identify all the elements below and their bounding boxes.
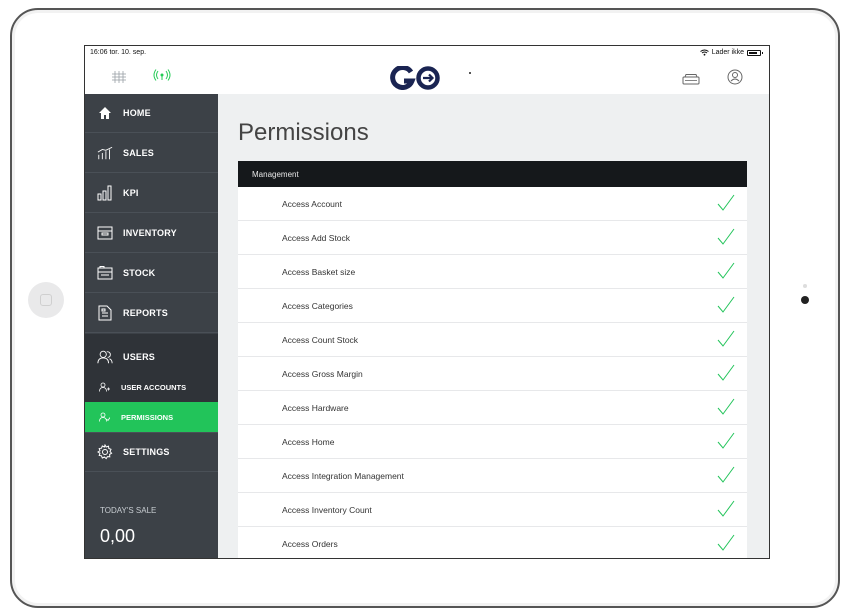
inventory-box-icon [97,225,113,241]
checkmark-icon[interactable] [717,228,735,246]
stock-box-icon [97,265,113,281]
sidebar-item-kpi[interactable]: KPI [85,174,218,213]
today-sale-label: TODAY'S SALE [100,506,157,515]
permission-label: Access Home [282,436,335,447]
section-header-management: Management [238,161,747,187]
permission-row[interactable]: Access Count Stock [238,323,747,357]
permission-row[interactable]: Access Home [238,425,747,459]
checkmark-icon[interactable] [717,330,735,348]
permission-row[interactable]: Access Account [238,187,747,221]
sidebar-item-home[interactable]: HOME [85,94,218,133]
tablet-camera [801,296,809,304]
permission-row[interactable]: Access Basket size [238,255,747,289]
checkmark-icon[interactable] [717,432,735,450]
permission-label: Access Categories [282,300,353,311]
sidebar-item-label: SALES [123,148,155,158]
checkmark-icon[interactable] [717,364,735,382]
permission-label: Access Orders [282,538,338,549]
permissions-panel: Management Access Account Access Add Stoc… [238,161,747,558]
permission-label: Access Hardware [282,402,349,413]
permission-row[interactable]: Access Add Stock [238,221,747,255]
permission-row[interactable]: Access Gross Margin [238,357,747,391]
checkmark-icon[interactable] [717,500,735,518]
permission-label: Access Inventory Count [282,504,372,515]
checkmark-icon[interactable] [717,296,735,314]
permission-row[interactable]: Access Categories [238,289,747,323]
permission-row[interactable]: Access Hardware [238,391,747,425]
sidebar-item-inventory[interactable]: INVENTORY [85,214,218,253]
status-bar: 16:06 tor. 10. sep. Lader ikke [85,46,769,60]
sidebar-item-label: KPI [123,188,139,198]
user-account-icon [99,382,111,392]
permission-label: Access Account [282,198,343,209]
sidebar-item-reports[interactable]: REPORTS [85,294,218,333]
sales-chart-icon [97,145,113,161]
main-content: Permissions Management Access Account Acc… [218,94,769,558]
status-time-date: 16:06 tor. 10. sep. [90,49,147,56]
sidebar: HOME SALES KPI INVENTORY STOCK REPORTS U… [85,94,226,558]
battery-icon [747,49,763,56]
users-icon [97,349,113,365]
page-title: Permissions [238,119,369,146]
permission-label: Access Integration Management [282,470,404,481]
tablet-home-button[interactable] [28,282,64,318]
permission-label: Access Count Stock [282,334,359,345]
sidebar-item-settings[interactable]: SETTINGS [85,432,218,472]
permission-row[interactable]: Access Integration Management [238,459,747,493]
permission-label: Access Gross Margin [282,368,363,379]
sidebar-item-label: STOCK [123,268,156,278]
gear-icon [97,444,113,460]
kpi-bars-icon [97,185,113,201]
sidebar-item-label: USERS [123,352,156,362]
checkmark-icon[interactable] [717,194,735,212]
grid-menu-icon[interactable] [112,71,126,83]
permission-label: Access Basket size [282,266,356,277]
tablet-screen: 16:06 tor. 10. sep. Lader ikke HOME SALE… [84,45,770,559]
sidebar-item-label: HOME [123,108,151,118]
sidebar-subitem-label: PERMISSIONS [121,412,174,422]
charging-status: Lader ikke [711,49,744,56]
checkmark-icon[interactable] [717,398,735,416]
signal-broadcast-icon[interactable] [153,69,171,81]
sidebar-item-label: REPORTS [123,308,168,318]
permission-row[interactable]: Access Orders [238,527,747,558]
checkmark-icon[interactable] [717,262,735,280]
home-icon [97,105,113,121]
checkmark-icon[interactable] [717,534,735,552]
sidebar-item-sales[interactable]: SALES [85,134,218,173]
permissions-icon [99,412,111,422]
permissions-list: Access Account Access Add Stock Access Bas… [238,187,747,558]
permission-row[interactable]: Access Inventory Count [238,493,747,527]
tablet-sensor [803,284,807,288]
go-logo [390,66,440,90]
today-sale-value: 0,00 [100,526,136,546]
sidebar-item-label: INVENTORY [123,228,177,238]
sidebar-subitem-user-accounts[interactable]: USER ACCOUNTS [85,372,218,402]
sidebar-item-label: SETTINGS [123,447,170,457]
wifi-icon [699,49,709,56]
user-profile-icon[interactable] [727,69,743,85]
sidebar-item-stock[interactable]: STOCK [85,254,218,293]
checkmark-icon[interactable] [717,466,735,484]
top-bar [85,60,769,94]
top-bar-mark [469,72,471,74]
sidebar-subitem-label: USER ACCOUNTS [121,382,187,392]
printer-icon[interactable] [682,74,700,85]
report-icon [97,305,113,321]
status-right: Lader ikke [699,49,763,56]
permission-label: Access Add Stock [282,232,351,243]
sidebar-subitem-permissions[interactable]: PERMISSIONS [85,402,226,432]
